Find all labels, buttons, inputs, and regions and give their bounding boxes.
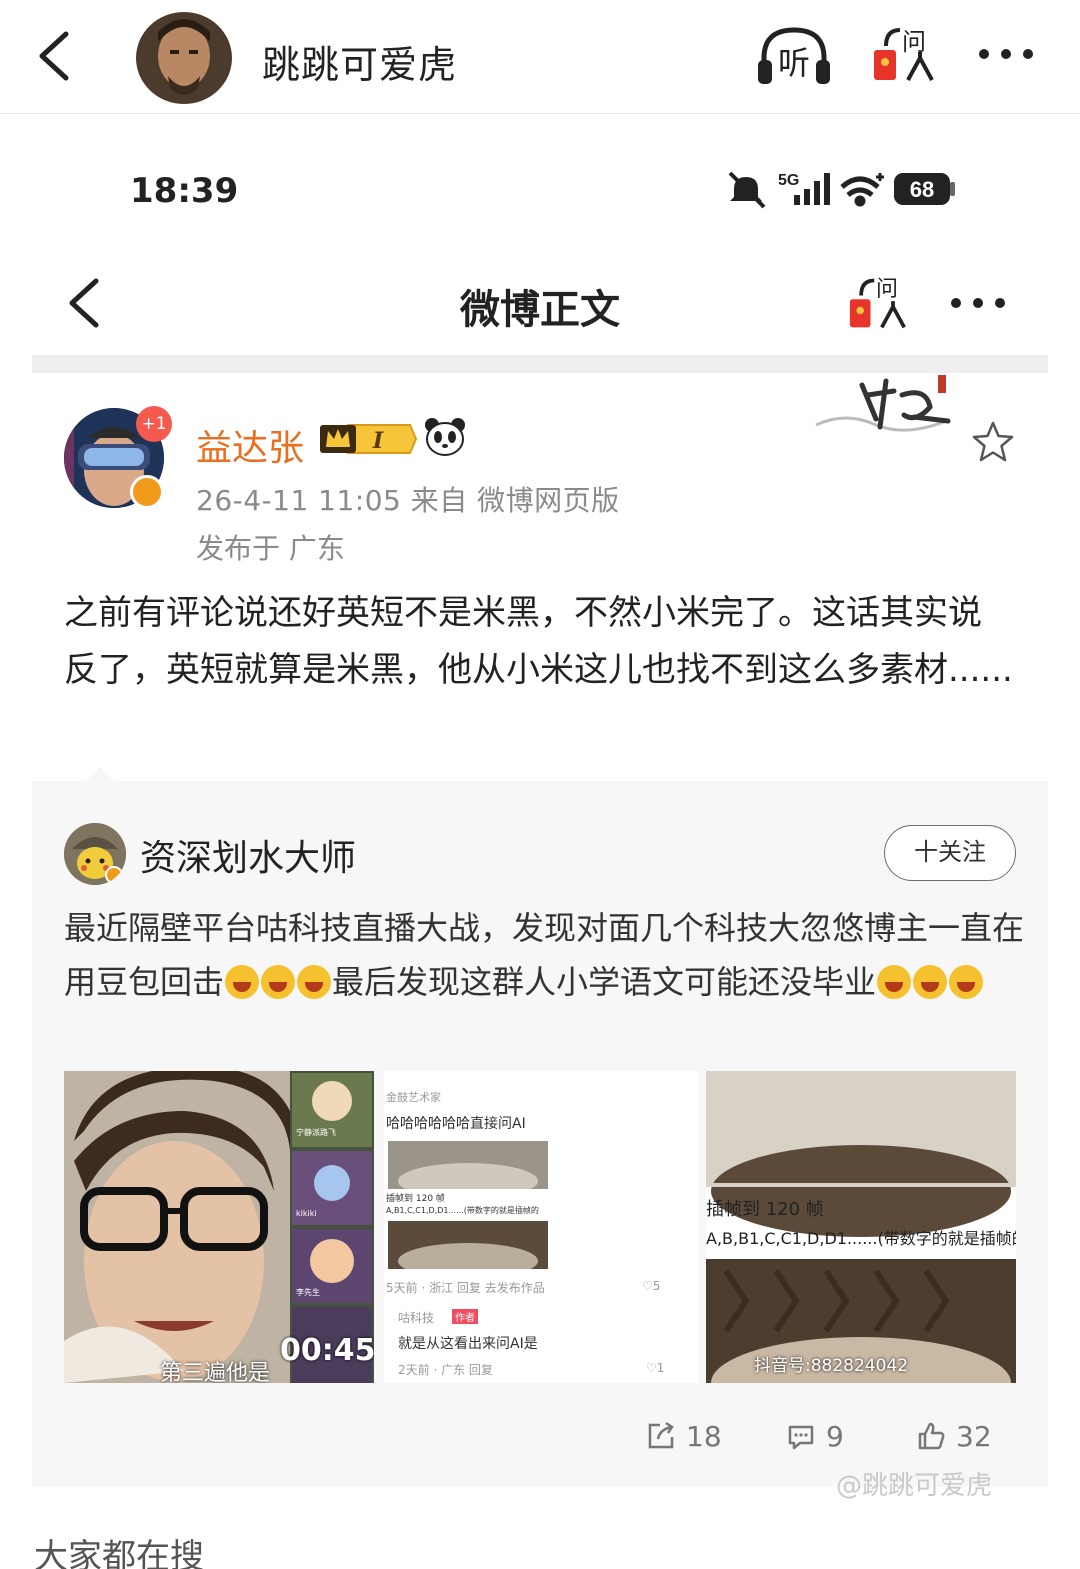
weibo-watermark: @跳跳可爱虎	[836, 1471, 993, 1501]
signal-icon	[794, 173, 830, 205]
img2-author2: 咕科技	[398, 1311, 435, 1325]
laugh-cry-emoji-icon	[261, 965, 296, 999]
img2-like2: ♡1	[646, 1361, 665, 1375]
comment-count: 9	[826, 1419, 844, 1453]
share-icon	[648, 1421, 674, 1449]
decorative-brush-logo	[806, 365, 976, 455]
wifi-icon	[840, 173, 884, 207]
video-caption: 第三遍他是	[160, 1361, 271, 1383]
laugh-cry-emoji-icon	[297, 965, 332, 999]
inner-ask-button[interactable]: 问	[848, 273, 908, 333]
img2-like1-count: 5	[652, 1279, 661, 1293]
verified-badge-icon	[130, 475, 164, 509]
laugh-emoji-icon	[913, 965, 948, 999]
favorite-star-icon[interactable]	[970, 419, 1016, 465]
img2-line3: A,B1,C,C1,D,D1......(带数字的就是插帧的	[386, 1206, 539, 1215]
img3-line2: A,B,B1,C,C1,D,D1......(带数字的就是插帧的	[706, 1229, 1016, 1248]
ask-button[interactable]: 问	[872, 22, 936, 86]
share-count: 18	[686, 1419, 722, 1453]
like-count: 32	[956, 1419, 992, 1453]
screenshot-content: 18:39 5G 68 微博正文 问 +1 益达张 I 26-4-11 11:0…	[0, 115, 1080, 1569]
laugh-cry-emoji-icon	[225, 965, 260, 999]
side-user-2: kikiki	[296, 1209, 317, 1218]
img2-author2-tag: 作者	[452, 1309, 478, 1324]
repost-text-part2: 最后发现这群人小学语文可能还没毕业	[332, 963, 877, 1001]
repost-author-avatar[interactable]	[64, 823, 126, 885]
img2-like1: ♡5	[642, 1279, 661, 1293]
listen-label: 听	[778, 44, 811, 82]
ask-label: 问	[902, 28, 926, 56]
account-name: 跳跳可爱虎	[262, 43, 458, 87]
hot-search-heading: 大家都在搜	[34, 1537, 204, 1569]
plus-badge: +1	[136, 406, 172, 442]
thumbs-up-icon	[918, 1422, 945, 1450]
page-title: 微博正文	[460, 287, 620, 333]
repost-card[interactable]: 资深划水大师 十关注 最近隔壁平台咕科技直播大战，发现对面几个科技大忽悠博主一直…	[32, 781, 1048, 1487]
battery-level: 68	[910, 177, 934, 202]
repost-image-2[interactable]: 金鼓艺术家 哈哈哈哈哈哈直接问AI 插帧到 120 帧 A,B1,C,C1,D,…	[384, 1071, 698, 1383]
more-icon[interactable]	[976, 42, 1036, 66]
repost-image-3[interactable]: 插帧到 120 帧 A,B,B1,C,C1,D,D1......(带数字的就是插…	[706, 1071, 1016, 1383]
post-location: 发布于 广东	[196, 532, 345, 565]
comment-action[interactable]: 9	[786, 1411, 844, 1461]
repost-body: 最近隔壁平台咕科技直播大战，发现对面几个科技大忽悠博主一直在用豆包回击 最后发现这…	[64, 901, 1024, 1009]
action-bar: 18 9 32	[64, 1411, 1048, 1461]
img2-like2-count: 1	[656, 1361, 665, 1375]
poster-name[interactable]: 益达张	[196, 419, 304, 471]
network-label: 5G	[778, 172, 799, 189]
img2-line1: 哈哈哈哈哈哈直接问AI	[386, 1116, 526, 1132]
vip-level: I	[372, 428, 384, 454]
status-icons: 5G 68	[726, 167, 966, 213]
post-meta: 26-4-11 11:05 来自 微博网页版	[196, 484, 620, 517]
img2-reply: 就是从这看出来问AI是	[398, 1336, 538, 1352]
repost-author-name[interactable]: 资深划水大师	[140, 829, 356, 881]
back-arrow-icon[interactable]	[34, 28, 74, 84]
follow-button[interactable]: 十关注	[884, 825, 1016, 881]
outer-header: 跳跳可爱虎 听 问	[0, 0, 1080, 114]
post-body: 之前有评论说还好英短不是米黑，不然小米完了。这话其实说反了，英短就算是米黑，他从…	[64, 593, 1013, 690]
share-action[interactable]: 18	[646, 1411, 722, 1461]
repost-image-1[interactable]: 宁静派路飞 kikiki 李先生 00:45 第三遍他是	[64, 1071, 374, 1383]
listen-button[interactable]: 听	[756, 24, 832, 88]
like-action[interactable]: 32	[916, 1411, 992, 1461]
img2-line2: 插帧到 120 帧	[386, 1194, 445, 1204]
panda-icon	[424, 417, 466, 457]
inner-ask-label: 问	[876, 277, 899, 302]
inner-nav: 微博正文 问	[0, 245, 1080, 355]
img2-meta2: 2天前 · 广东 回复	[398, 1363, 493, 1377]
img2-header: 金鼓艺术家	[386, 1091, 441, 1104]
laugh-emoji-icon	[877, 965, 912, 999]
side-user-3: 李先生	[296, 1288, 320, 1297]
img3-line1: 插帧到 120 帧	[706, 1199, 824, 1220]
status-time: 18:39	[130, 171, 239, 211]
comment-icon	[788, 1425, 814, 1450]
img3-douyin: 抖音号:882824042	[754, 1356, 909, 1376]
battery-icon: 68	[894, 173, 955, 205]
img2-meta1: 5天前 · 浙江 回复 去发布作品	[386, 1281, 545, 1295]
img2-thumb-top	[388, 1141, 548, 1189]
img2-thumb-bottom	[388, 1221, 548, 1269]
video-timer: 00:45	[280, 1333, 374, 1368]
mute-icon	[728, 171, 766, 209]
inner-more-icon[interactable]	[948, 291, 1008, 315]
laugh-emoji-icon	[949, 965, 984, 999]
account-avatar[interactable]	[136, 12, 232, 104]
side-user-1: 宁静派路飞	[296, 1128, 336, 1137]
vip-badge-icon: I	[318, 419, 418, 459]
